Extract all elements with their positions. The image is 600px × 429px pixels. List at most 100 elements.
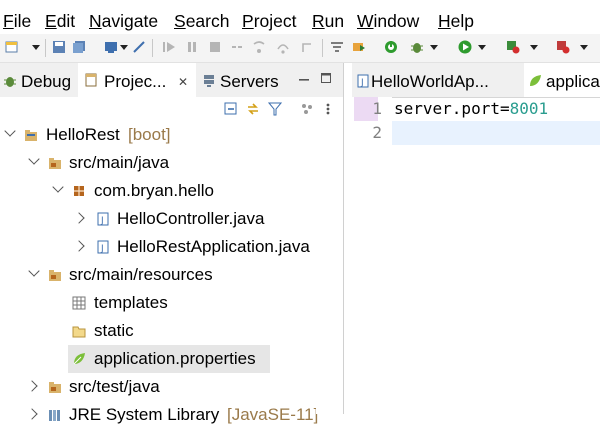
chevron-down-icon[interactable] — [52, 181, 64, 193]
tree-item-templates[interactable]: templates — [0, 289, 300, 317]
chevron-down-icon[interactable] — [4, 125, 16, 137]
tab-servers[interactable]: Servers — [198, 63, 293, 97]
save-icon[interactable] — [52, 40, 66, 54]
tab-debug[interactable]: Debug — [0, 63, 78, 97]
package-icon — [74, 186, 84, 196]
menu-file[interactable]: File — [3, 10, 31, 32]
tab-helloworld-java[interactable]: J HelloWorldAp... — [352, 63, 512, 97]
step-into-icon[interactable] — [252, 40, 266, 54]
spring-leaf-icon — [530, 75, 541, 86]
menu-help[interactable]: Help — [438, 10, 474, 32]
menu-run[interactable]: Run — [312, 10, 344, 32]
menu-search[interactable]: Search — [174, 10, 229, 32]
menu-navigate[interactable]: Navigate — [89, 10, 158, 32]
disconnect-icon[interactable] — [230, 40, 244, 54]
java-file-icon: J — [357, 74, 369, 88]
run-last-tool-icon[interactable] — [352, 40, 366, 54]
skip-breakpoints-icon[interactable] — [132, 40, 146, 54]
tab-project-explorer[interactable]: Projec... ✕ — [78, 63, 196, 97]
tree-item-application-properties[interactable]: application.properties — [68, 345, 270, 373]
tree-item-hellorestapplication[interactable]: J HelloRestApplication.java — [0, 233, 316, 261]
tree-item-jre-system-library[interactable]: JRE System Library [JavaSE-11] — [0, 401, 318, 429]
folder-icon — [72, 326, 86, 338]
tree-item-label: static — [94, 321, 134, 340]
tree-item-suffix: [boot] — [128, 125, 171, 144]
external-tools-icon[interactable] — [506, 40, 520, 54]
tree-item-hellorest[interactable]: HelloRest [boot] — [0, 121, 300, 149]
new-icon[interactable] — [5, 40, 19, 54]
editor-tabs: J HelloWorldAp... applica — [352, 63, 600, 98]
chevron-right-icon[interactable] — [26, 380, 38, 392]
toolbar-separator — [152, 39, 153, 57]
view-menu-icon[interactable] — [300, 102, 314, 116]
terminate-icon[interactable] — [208, 40, 222, 54]
tree-item-label: HelloRestApplication.java — [117, 237, 310, 256]
step-return-icon[interactable] — [300, 40, 314, 54]
tab-label: Debug — [21, 72, 72, 91]
tree-item-static[interactable]: static — [0, 317, 300, 345]
property-key: server.port= — [394, 99, 510, 118]
chevron-right-icon[interactable] — [26, 408, 38, 420]
servers-icon — [204, 75, 214, 87]
source-folder-icon — [49, 158, 61, 169]
link-with-editor-icon[interactable] — [246, 102, 260, 116]
coverage-icon[interactable] — [556, 40, 570, 54]
menu-edit[interactable]: Edit — [45, 10, 75, 32]
close-icon[interactable]: ✕ — [178, 63, 188, 101]
spring-boot-icon[interactable] — [384, 40, 398, 54]
tab-application-properties[interactable]: applica — [524, 63, 600, 97]
tree-item-label: JRE System Library — [69, 405, 220, 424]
line-number: 1 — [372, 99, 382, 118]
tree-item-label: src/main/resources — [69, 265, 213, 284]
terminal-icon[interactable] — [104, 40, 118, 54]
chevron-down-icon[interactable] — [28, 265, 40, 277]
chevron-right-icon[interactable] — [73, 240, 85, 252]
tree-item-label: application.properties — [94, 349, 256, 368]
tree-item-src-main-resources[interactable]: src/main/resources — [0, 261, 300, 289]
tree-item-src-main-java[interactable]: src/main/java — [0, 149, 300, 177]
menu-project[interactable]: Project — [242, 10, 296, 32]
new-dropdown-icon[interactable] — [32, 45, 40, 50]
view-toolbar — [0, 97, 343, 121]
minimize-icon[interactable] — [298, 73, 310, 85]
svg-text:J: J — [100, 216, 104, 226]
chevron-right-icon[interactable] — [73, 212, 85, 224]
run-icon[interactable] — [458, 40, 472, 54]
external-tools-dropdown-icon[interactable] — [530, 45, 538, 50]
tab-label: Projec... — [104, 72, 167, 91]
tab-label: HelloWorldAp... — [371, 72, 489, 91]
tree-item-label: com.bryan.hello — [94, 181, 215, 200]
resume-icon[interactable] — [162, 40, 176, 54]
spring-leaf-icon — [73, 353, 85, 365]
tree-item-label: src/main/java — [69, 153, 170, 172]
coverage-dropdown-icon[interactable] — [580, 45, 588, 50]
view-menu-dots-icon[interactable] — [325, 102, 331, 116]
run-dropdown-icon[interactable] — [478, 45, 486, 50]
tree-item-hellocontroller[interactable]: J HelloController.java — [0, 205, 300, 233]
menu-window[interactable]: Window — [357, 10, 419, 32]
project-explorer-view: Debug Projec... ✕ Servers HelloRest [boo… — [0, 63, 344, 424]
step-over-icon[interactable] — [276, 40, 290, 54]
terminal-dropdown-icon[interactable] — [120, 45, 128, 50]
tree-item-package[interactable]: com.bryan.hello — [0, 177, 300, 205]
tree-item-label: templates — [94, 293, 168, 312]
use-step-filters-icon[interactable] — [330, 40, 344, 54]
java-file-icon: J — [97, 212, 109, 226]
collapse-all-icon[interactable] — [224, 102, 238, 116]
maximize-icon[interactable] — [320, 72, 332, 84]
vertical-scrollbar[interactable] — [316, 121, 342, 414]
source-folder-icon — [49, 270, 61, 281]
code-line-1[interactable]: server.port=8001 — [394, 99, 548, 118]
suspend-icon[interactable] — [185, 40, 199, 54]
line-number: 2 — [372, 123, 382, 142]
debug-dropdown-icon[interactable] — [430, 45, 438, 50]
tab-label: applica — [546, 72, 600, 91]
chevron-down-icon[interactable] — [28, 153, 40, 165]
source-folder-icon — [49, 382, 61, 393]
editor-area: J HelloWorldAp... applica 1 2 server.por… — [352, 63, 600, 414]
debug-bug-icon[interactable] — [410, 40, 424, 54]
debug-icon — [4, 77, 16, 87]
tree-item-src-test-java[interactable]: src/test/java — [0, 373, 300, 401]
filter-icon[interactable] — [268, 102, 282, 116]
save-all-icon[interactable] — [72, 40, 86, 54]
